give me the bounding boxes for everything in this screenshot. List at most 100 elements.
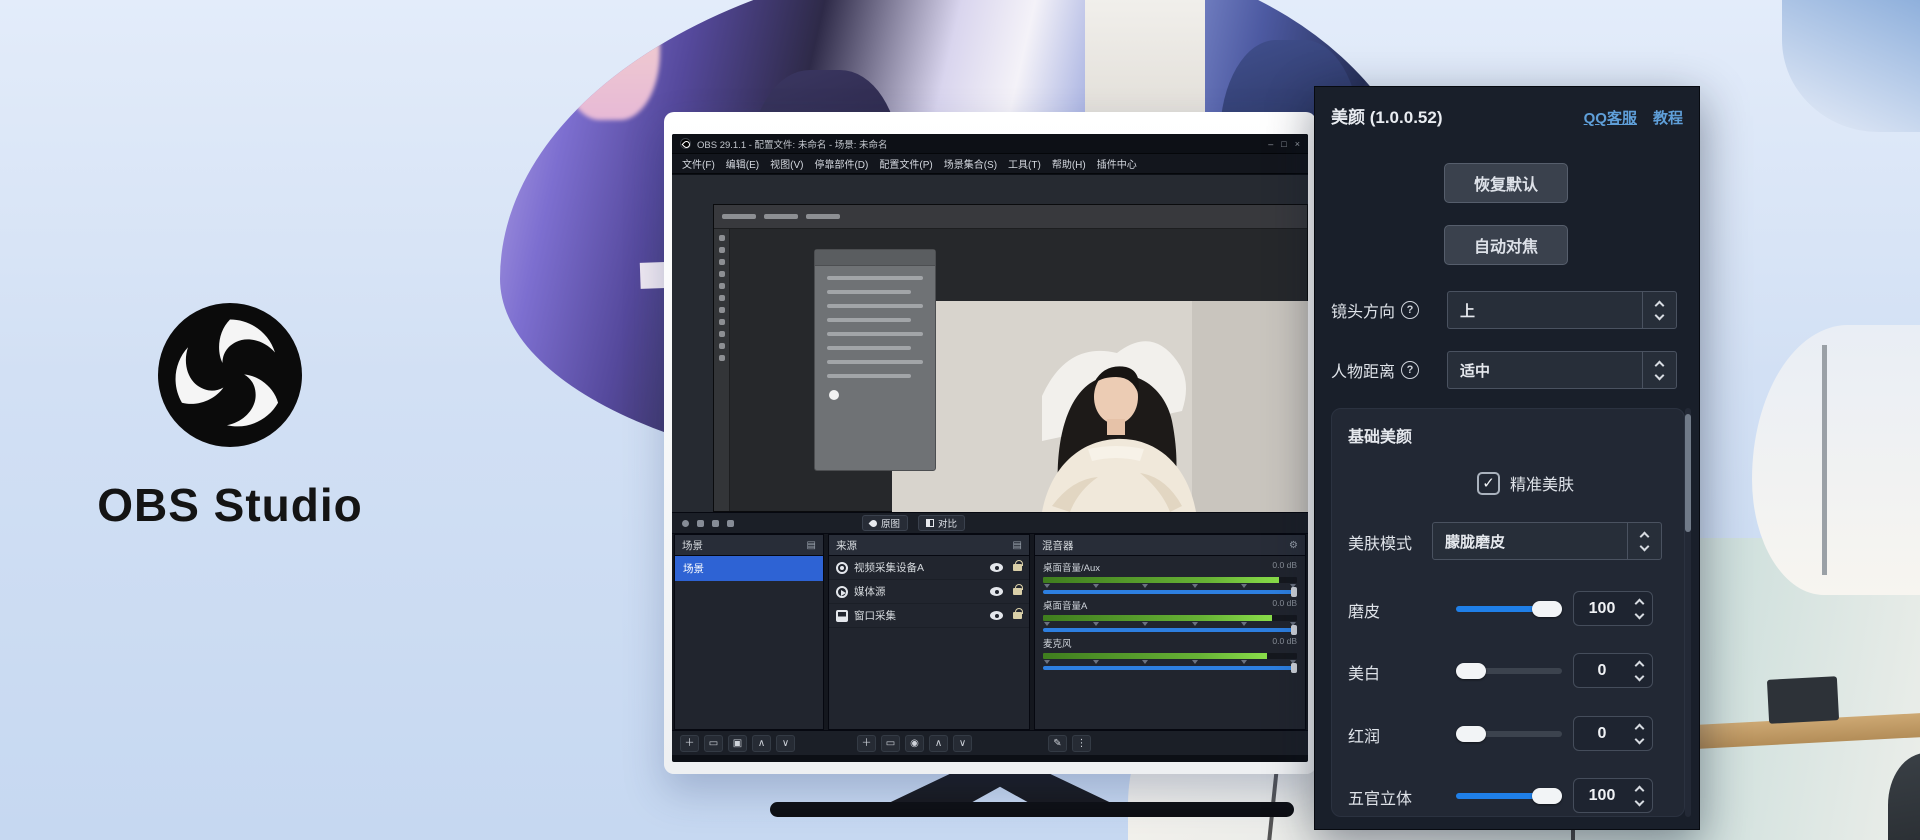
move-up-button[interactable]: ∧ xyxy=(752,735,771,752)
add-scene-button[interactable]: ＋ xyxy=(680,735,699,752)
mixer-channel: 桌面音量/Aux 0.0 dB xyxy=(1035,556,1305,594)
source-row[interactable]: 视频采集设备A xyxy=(829,556,1029,580)
duplicate-scene-button[interactable]: ▣ xyxy=(728,735,747,752)
menu-profile[interactable]: 配置文件(P) xyxy=(879,156,932,171)
spinner-arrows-icon[interactable] xyxy=(1642,292,1676,328)
obs-logo-icon xyxy=(155,300,305,450)
volume-slider[interactable] xyxy=(1043,666,1297,670)
source-down-button[interactable]: ∨ xyxy=(953,735,972,752)
remove-scene-button[interactable]: ▭ xyxy=(704,735,723,752)
slider-handle[interactable] xyxy=(1532,788,1562,804)
face-3d-label: 五官立体 xyxy=(1348,785,1412,809)
panel-title: 美颜 (1.0.0.52) xyxy=(1331,103,1443,128)
menu-docks[interactable]: 停靠部件(D) xyxy=(814,156,868,171)
move-down-button[interactable]: ∨ xyxy=(776,735,795,752)
qq-support-link[interactable]: QQ客服 xyxy=(1584,107,1637,128)
group-title: 基础美颜 xyxy=(1348,423,1412,447)
scene-list-item[interactable]: 场景 xyxy=(675,556,823,581)
rosy-slider[interactable] xyxy=(1456,731,1562,737)
spinner-arrows-icon[interactable] xyxy=(1627,523,1661,559)
whitening-slider[interactable] xyxy=(1456,668,1562,674)
rosy-label: 红润 xyxy=(1348,723,1380,747)
beauty-panel: 美颜 (1.0.0.52) QQ客服 教程 恢复默认 自动对焦 镜头方向 ? 上… xyxy=(1314,86,1700,830)
preview-canvas xyxy=(672,175,1308,512)
compare-toggle-button[interactable]: 对比 xyxy=(918,515,965,531)
slider-handle[interactable] xyxy=(1456,726,1486,742)
monitor: OBS 29.1.1 - 配置文件: 未命名 - 场景: 未命名 – □ × 文… xyxy=(664,112,1316,774)
dock-menu-icon[interactable]: ▤ xyxy=(807,540,816,551)
smooth-skin-value[interactable]: 100 xyxy=(1573,591,1653,626)
photoshop-toolbar xyxy=(714,229,730,511)
camera-direction-select[interactable]: 上 xyxy=(1447,291,1677,329)
tutorial-link[interactable]: 教程 xyxy=(1653,107,1683,128)
visibility-eye-icon[interactable] xyxy=(990,611,1003,620)
whitening-value[interactable]: 0 xyxy=(1573,653,1653,688)
person-distance-select[interactable]: 适中 xyxy=(1447,351,1677,389)
docks-area: 场景 ▤ 场景 来源 ▤ 视频采集设备A 媒体源 xyxy=(672,534,1308,730)
menu-scene-collection[interactable]: 场景集合(S) xyxy=(944,156,997,171)
stepper-arrows-icon[interactable] xyxy=(1630,660,1652,682)
help-icon[interactable]: ? xyxy=(1401,361,1419,379)
edit-icon[interactable]: ✎ xyxy=(1048,735,1067,752)
volume-slider[interactable] xyxy=(1043,628,1297,632)
visibility-eye-icon[interactable] xyxy=(990,587,1003,596)
minimize-button[interactable]: – xyxy=(1268,139,1273,149)
status-icon xyxy=(727,520,734,527)
menu-view[interactable]: 视图(V) xyxy=(770,156,803,171)
autofocus-button[interactable]: 自动对焦 xyxy=(1444,225,1568,265)
slider-handle[interactable] xyxy=(1532,601,1562,617)
spinner-arrows-icon[interactable] xyxy=(1642,352,1676,388)
sources-dock: 来源 ▤ 视频采集设备A 媒体源 xyxy=(828,534,1030,730)
monitor-stand-base xyxy=(770,802,1294,817)
split-icon xyxy=(926,519,934,527)
menu-edit[interactable]: 编辑(E) xyxy=(726,156,759,171)
menu-tools[interactable]: 工具(T) xyxy=(1008,156,1041,171)
menu-file[interactable]: 文件(F) xyxy=(682,156,715,171)
restore-defaults-button[interactable]: 恢复默认 xyxy=(1444,163,1568,203)
dock-menu-icon[interactable]: ▤ xyxy=(1013,540,1022,551)
stepper-arrows-icon[interactable] xyxy=(1630,785,1652,807)
source-properties-button[interactable]: ◉ xyxy=(905,735,924,752)
face-3d-slider[interactable] xyxy=(1456,793,1562,799)
slider-handle[interactable] xyxy=(1456,663,1486,679)
lock-icon[interactable] xyxy=(1013,564,1022,571)
media-icon xyxy=(836,586,848,598)
close-button[interactable]: × xyxy=(1295,139,1300,149)
rosy-value[interactable]: 0 xyxy=(1573,716,1653,751)
source-row[interactable]: 媒体源 xyxy=(829,580,1029,604)
source-row[interactable]: 窗口采集 xyxy=(829,604,1029,628)
maximize-button[interactable]: □ xyxy=(1281,139,1286,149)
more-options-icon[interactable]: ⋮ xyxy=(1072,735,1091,752)
face-3d-value[interactable]: 100 xyxy=(1573,778,1653,813)
original-toggle-button[interactable]: 原图 xyxy=(862,515,908,531)
pin-icon xyxy=(869,518,879,528)
scenes-dock-title: 场景 xyxy=(682,538,703,553)
lock-icon[interactable] xyxy=(1013,588,1022,595)
skin-mode-select[interactable]: 朦胧磨皮 xyxy=(1432,522,1662,560)
photoshop-dialog xyxy=(814,249,936,471)
status-icon xyxy=(682,520,689,527)
source-up-button[interactable]: ∧ xyxy=(929,735,948,752)
dock-menu-icon[interactable]: ⚙ xyxy=(1289,540,1298,551)
remove-source-button[interactable]: ▭ xyxy=(881,735,900,752)
db-value: 0.0 dB xyxy=(1272,636,1297,650)
lock-icon[interactable] xyxy=(1013,612,1022,619)
background-photo-top-right xyxy=(1782,0,1920,132)
menu-plugin-center[interactable]: 插件中心 xyxy=(1097,156,1137,171)
mixer-dock-title: 混音器 xyxy=(1042,538,1074,553)
menu-help[interactable]: 帮助(H) xyxy=(1052,156,1086,171)
smooth-skin-slider[interactable] xyxy=(1456,606,1562,612)
help-icon[interactable]: ? xyxy=(1401,301,1419,319)
add-source-button[interactable]: ＋ xyxy=(857,735,876,752)
panel-scrollbar[interactable] xyxy=(1685,414,1691,532)
stepper-arrows-icon[interactable] xyxy=(1630,598,1652,620)
volume-slider[interactable] xyxy=(1043,590,1297,594)
precise-skin-checkbox[interactable]: ✓ xyxy=(1477,472,1500,495)
stepper-arrows-icon[interactable] xyxy=(1630,723,1652,745)
obs-app-icon xyxy=(680,138,691,149)
visibility-eye-icon[interactable] xyxy=(990,563,1003,572)
smooth-skin-label: 磨皮 xyxy=(1348,598,1380,622)
mixer-dock: 混音器 ⚙ 桌面音量/Aux 0.0 dB 桌面音量A 0.0 dB xyxy=(1034,534,1306,730)
mixer-channel: 桌面音量A 0.0 dB xyxy=(1035,594,1305,632)
status-icon xyxy=(697,520,704,527)
